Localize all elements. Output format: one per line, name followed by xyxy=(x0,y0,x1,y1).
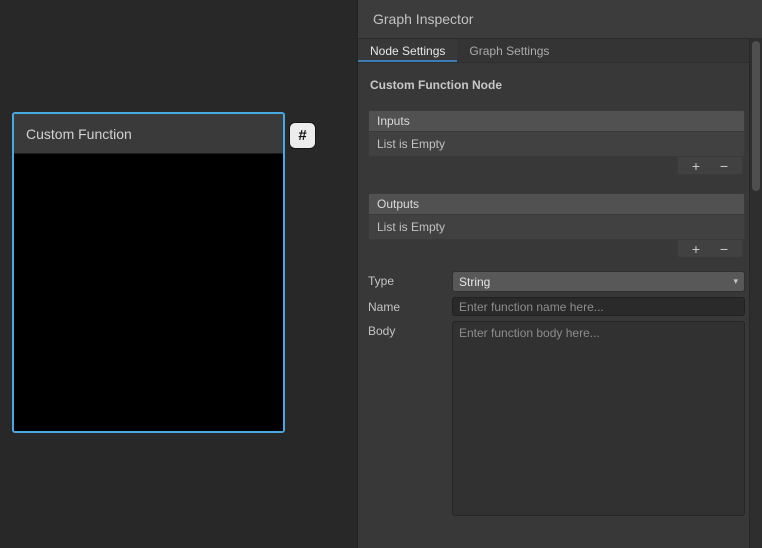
remove-output-button[interactable]: − xyxy=(711,241,737,256)
inputs-list-header[interactable]: Inputs xyxy=(368,110,745,132)
function-name-input[interactable] xyxy=(452,297,745,316)
outputs-list-footer: + − xyxy=(368,240,745,258)
name-row: Name xyxy=(368,297,745,316)
tab-graph-settings[interactable]: Graph Settings xyxy=(457,39,561,62)
type-row: Type String ▾ xyxy=(368,271,745,292)
shader-graph-window: Custom Function # Graph Inspector Node S… xyxy=(0,0,762,548)
type-dropdown[interactable]: String ▾ xyxy=(452,271,745,292)
inputs-list-title: Inputs xyxy=(377,114,410,128)
inputs-list-footer: + − xyxy=(368,157,745,175)
hash-icon: # xyxy=(298,127,306,144)
outputs-list-empty-row: List is Empty xyxy=(368,215,745,240)
outputs-list-title: Outputs xyxy=(377,197,419,211)
scrollbar-thumb[interactable] xyxy=(752,41,760,191)
inputs-footer-box: + − xyxy=(677,157,743,175)
tab-node-settings[interactable]: Node Settings xyxy=(358,39,457,62)
node-body xyxy=(14,154,283,431)
remove-input-button[interactable]: − xyxy=(711,158,737,173)
function-body-input[interactable] xyxy=(452,321,745,516)
name-label: Name xyxy=(368,297,452,314)
inspector-header[interactable]: Graph Inspector xyxy=(358,0,762,39)
type-label: Type xyxy=(368,271,452,288)
graph-inspector-panel: Graph Inspector Node Settings Graph Sett… xyxy=(357,0,762,548)
scrollbar[interactable] xyxy=(749,38,762,548)
inputs-list-empty-row: List is Empty xyxy=(368,132,745,157)
custom-function-node[interactable]: Custom Function xyxy=(12,112,285,433)
inspector-content: Custom Function Node Inputs List is Empt… xyxy=(358,62,749,548)
outputs-empty-text: List is Empty xyxy=(377,220,445,234)
outputs-list: Outputs List is Empty + − xyxy=(368,193,745,258)
outputs-list-header[interactable]: Outputs xyxy=(368,193,745,215)
node-title: Custom Function xyxy=(26,126,132,142)
inspector-title: Graph Inspector xyxy=(373,11,473,27)
chevron-down-icon: ▾ xyxy=(733,276,738,287)
tab-bar: Node Settings Graph Settings xyxy=(358,39,762,63)
section-title: Custom Function Node xyxy=(370,78,745,92)
outputs-footer-box: + − xyxy=(677,240,743,258)
body-label: Body xyxy=(368,321,452,338)
hash-badge[interactable]: # xyxy=(290,123,315,148)
inputs-empty-text: List is Empty xyxy=(377,137,445,151)
add-output-button[interactable]: + xyxy=(683,241,709,256)
add-input-button[interactable]: + xyxy=(683,158,709,173)
node-header[interactable]: Custom Function xyxy=(14,114,283,154)
inputs-list: Inputs List is Empty + − xyxy=(368,110,745,175)
type-dropdown-value: String xyxy=(459,275,490,289)
body-row: Body xyxy=(368,321,745,516)
